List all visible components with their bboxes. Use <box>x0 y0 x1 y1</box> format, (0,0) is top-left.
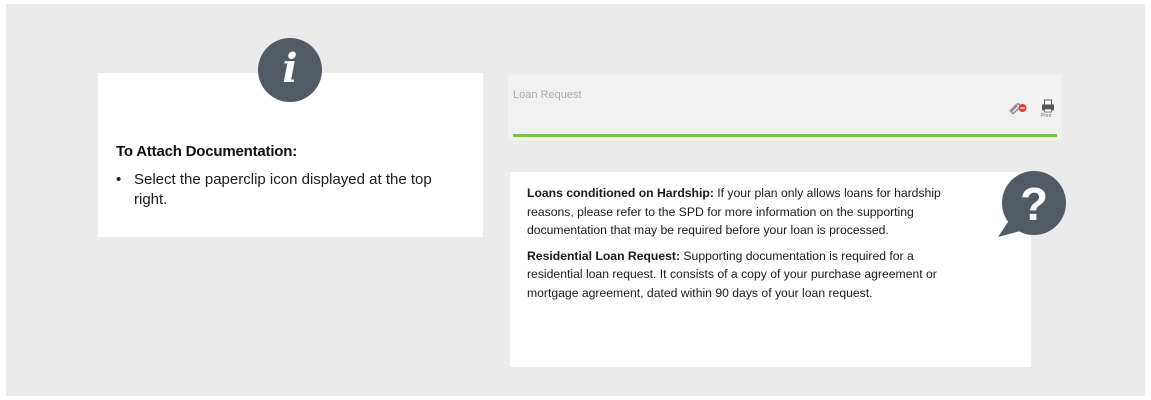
info-icon-glyph: i <box>282 45 298 92</box>
instruction-heading: To Attach Documentation: <box>116 143 298 160</box>
help-item-title: Residential Loan Request: <box>527 248 681 263</box>
help-item-title: Loans conditioned on Hardship: <box>527 186 714 200</box>
help-card: Loans conditioned on Hardship: If your p… <box>510 172 1031 367</box>
instruction-bullet: • Select the paperclip icon displayed at… <box>116 170 466 210</box>
question-glyph: ? <box>1020 178 1048 230</box>
help-item-hardship: Loans conditioned on Hardship: If your p… <box>527 184 967 240</box>
bullet-symbol: • <box>116 171 122 188</box>
loan-request-panel: Loan Request Print <box>508 74 1062 140</box>
info-icon: i <box>258 38 322 102</box>
print-label: Print <box>1041 113 1052 119</box>
instruction-bullet-text: Select the paperclip icon displayed at t… <box>134 171 432 208</box>
help-item-residential: Residential Loan Request: Supporting doc… <box>527 247 967 303</box>
paperclip-icon[interactable] <box>1007 101 1027 115</box>
question-bubble-icon: ? <box>998 171 1066 237</box>
loan-request-title: Loan Request <box>513 89 582 101</box>
help-text: Loans conditioned on Hardship: If your p… <box>527 184 967 309</box>
loan-request-underline <box>513 134 1057 137</box>
